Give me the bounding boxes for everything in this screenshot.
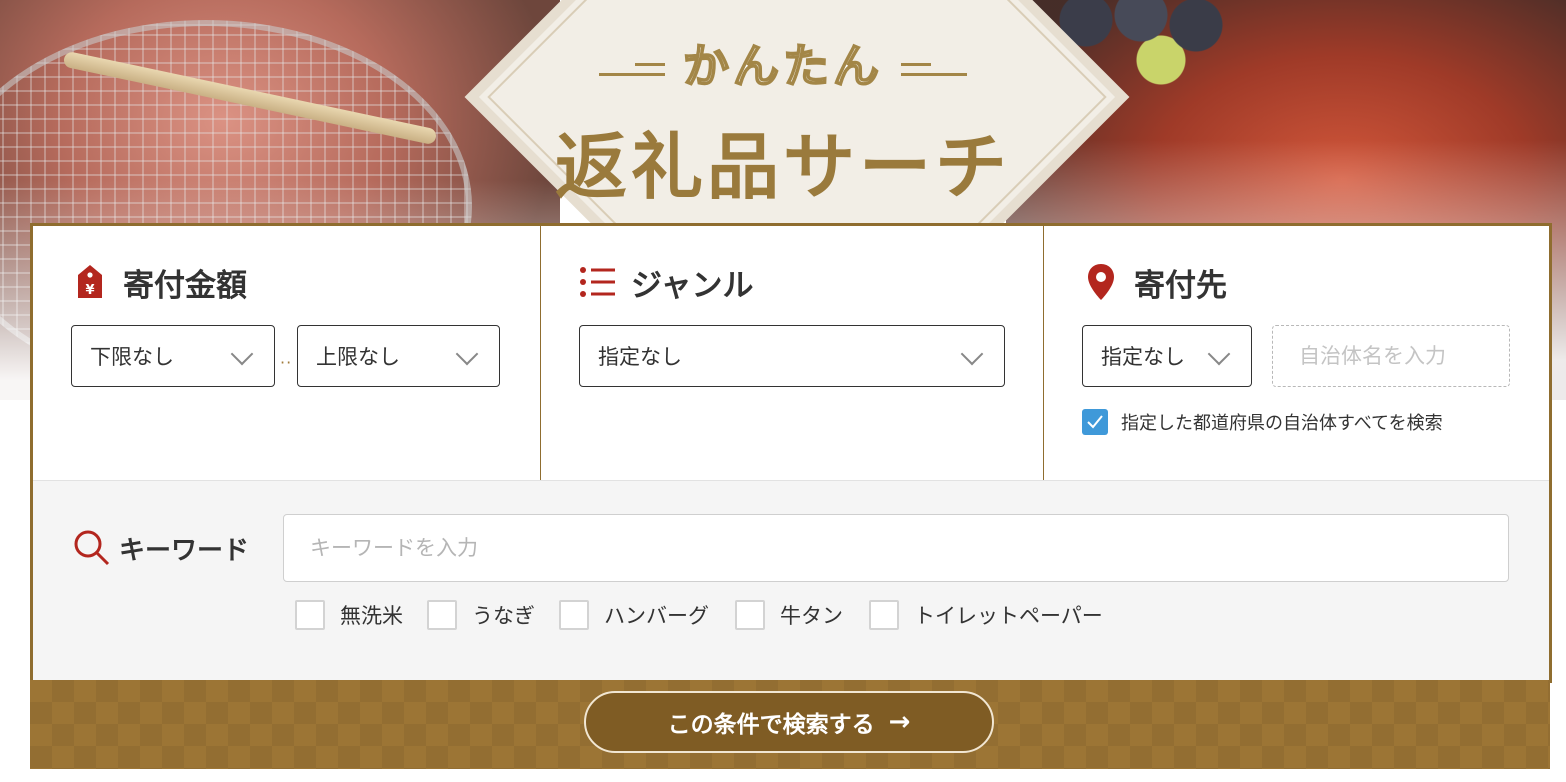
tag-checkbox-unagi[interactable]: うなぎ [427, 600, 535, 630]
keyword-input[interactable] [283, 514, 1509, 582]
checkmark-icon[interactable] [1082, 409, 1108, 435]
tag-checkbox-gyutan[interactable]: 牛タン [735, 600, 843, 630]
search-submit-button[interactable]: この条件で検索する → [584, 691, 994, 753]
keyword-label: キーワード [73, 529, 249, 567]
tag-checkbox-hamburg[interactable]: ハンバーグ [559, 600, 709, 630]
amount-min-select[interactable]: 下限なし [71, 325, 275, 387]
range-separator: ·· [280, 353, 293, 372]
keyword-section: キーワード 無洗米 うなぎ ハンバーグ 牛タン トイレットペーパー [33, 480, 1549, 684]
keyword-suggestions: 無洗米 うなぎ ハンバーグ 牛タン トイレットペーパー [295, 600, 1127, 630]
genre-section: ジャンル 指定なし [541, 226, 1044, 480]
chevron-down-icon [455, 342, 479, 366]
genre-select[interactable]: 指定なし [579, 325, 1005, 387]
chevron-down-icon [1207, 342, 1231, 366]
map-pin-icon [1086, 263, 1116, 301]
arrow-right-icon: → [888, 707, 911, 737]
svg-text:¥: ¥ [85, 283, 94, 298]
tag-checkbox-musenmai[interactable]: 無洗米 [295, 600, 403, 630]
chevron-down-icon [960, 342, 984, 366]
list-icon [579, 263, 617, 301]
amount-max-select[interactable]: 上限なし [297, 325, 500, 387]
yen-tag-icon: ¥ [75, 263, 105, 301]
amount-section: ¥ 寄付金額 下限なし ·· 上限なし [33, 226, 541, 480]
municipality-input[interactable] [1272, 325, 1510, 387]
submit-band: この条件で検索する → [30, 680, 1550, 769]
search-panel: ¥ 寄付金額 下限なし ·· 上限なし ジャンル 指定なし 寄付先 指定なし 自… [30, 223, 1552, 684]
search-icon [73, 529, 111, 567]
tag-checkbox-toilet-paper[interactable]: トイレットペーパー [869, 600, 1103, 630]
destination-section: 寄付先 指定なし 指定した都道府県の自治体すべてを検索 [1044, 226, 1549, 480]
search-all-municipalities-checkbox[interactable]: 指定した都道府県の自治体すべてを検索 [1082, 409, 1443, 435]
destination-heading: 寄付先 [1086, 262, 1227, 304]
amount-heading: ¥ 寄付金額 [75, 262, 247, 304]
prefecture-select[interactable]: 指定なし [1082, 325, 1252, 387]
hero-subtitle: かんたん [0, 30, 1566, 96]
chevron-down-icon [230, 342, 254, 366]
hero-title: 返礼品サーチ [554, 125, 1011, 209]
genre-heading: ジャンル [579, 262, 753, 304]
